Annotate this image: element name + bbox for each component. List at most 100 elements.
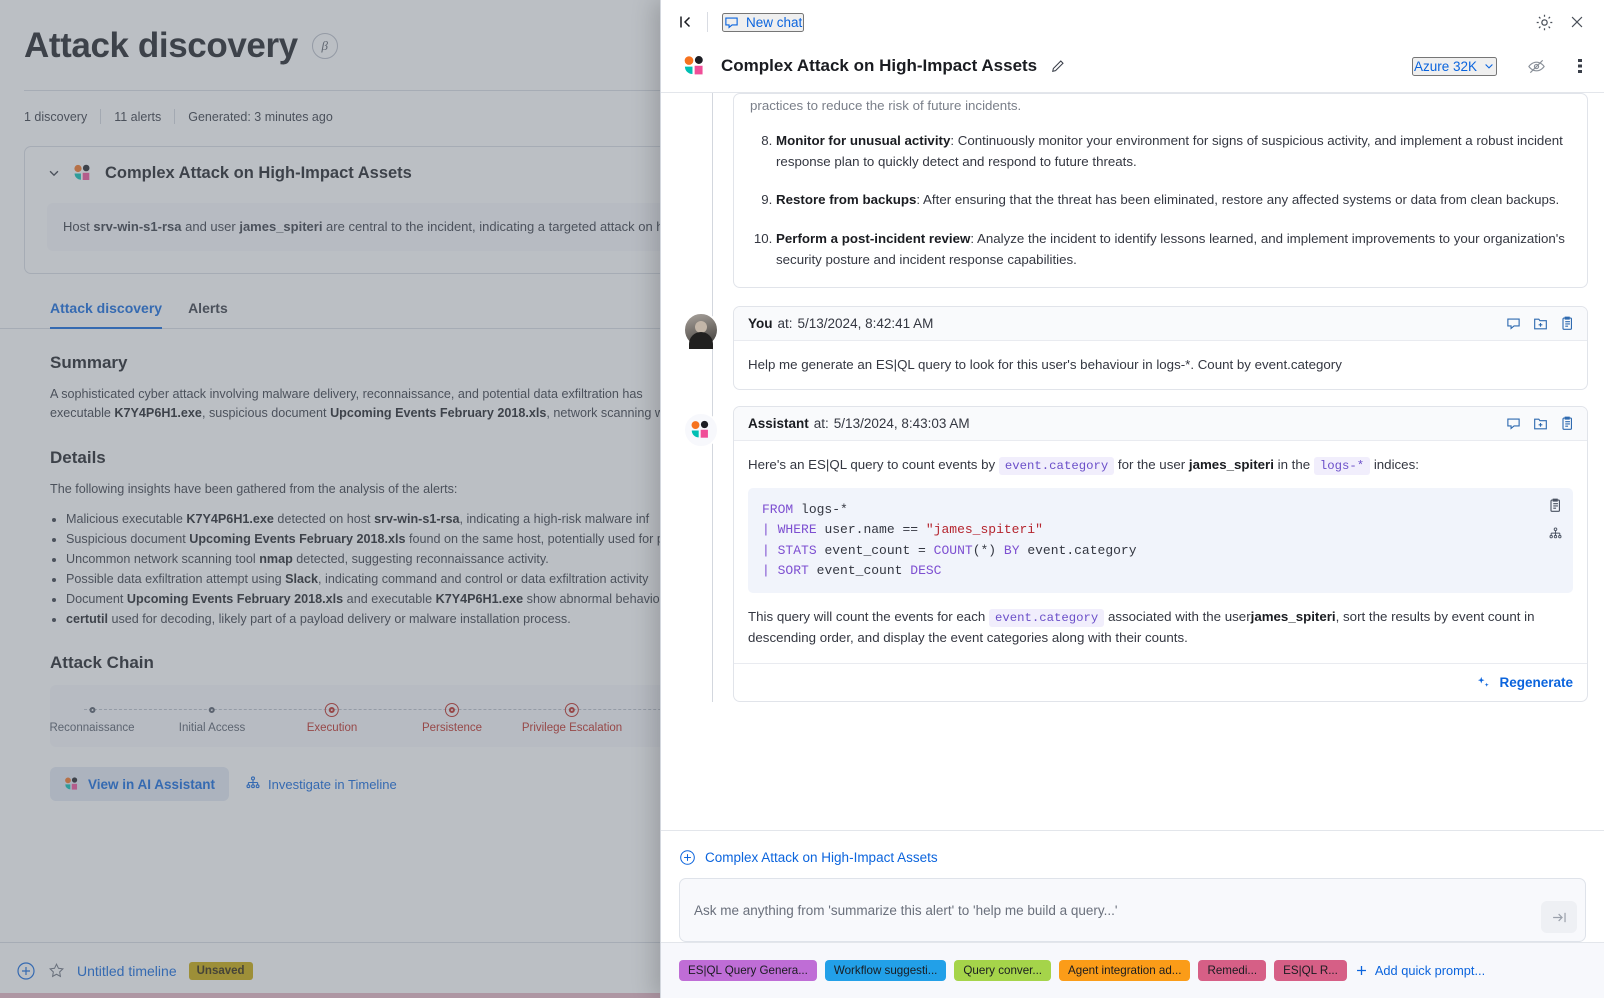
tab-attack-discovery[interactable]: Attack discovery (50, 300, 163, 329)
view-in-ai-assistant-label: View in AI Assistant (88, 776, 216, 792)
eye-slash-icon[interactable] (1527, 57, 1546, 76)
copy-icon[interactable] (1548, 498, 1563, 513)
page-title: Attack discovery (24, 26, 298, 65)
chain-stage-reconnaissance: Reconnaissance (49, 703, 135, 735)
add-to-case-icon[interactable] (1533, 316, 1548, 331)
new-chat-label: New chat (746, 14, 803, 30)
collapse-left-icon[interactable] (677, 14, 693, 30)
message-user: You at: 5/13/2024, 8:42:41 AM Help me ge… (683, 305, 1588, 407)
comment-icon[interactable] (1506, 316, 1521, 331)
avatar (683, 311, 719, 348)
view-in-ai-assistant-button[interactable]: View in AI Assistant (50, 767, 230, 802)
message-thread: practices to reduce the risk of future i… (661, 93, 1604, 718)
step-title: Monitor for unusual activity (776, 133, 951, 148)
new-chat-button[interactable]: New chat (722, 12, 805, 32)
message-header: You at: 5/13/2024, 8:42:41 AM (734, 306, 1587, 341)
intro-part-2: for the user (1117, 457, 1186, 473)
message-timestamp: 5/13/2024, 8:43:03 AM (833, 416, 970, 432)
regenerate-label: Regenerate (1499, 674, 1573, 690)
tab-alerts[interactable]: Alerts (188, 300, 228, 329)
ai-assistant-flyout: New chat Complex Attack on High-Impact A… (660, 0, 1604, 998)
plus-icon (1355, 964, 1368, 977)
chain-stage-label: Reconnaissance (49, 722, 135, 735)
add-quick-prompt-button[interactable]: Add quick prompt... (1355, 963, 1485, 978)
chain-stage-label: Persistence (421, 722, 483, 735)
status-badge: Unsaved (188, 961, 253, 980)
intro-entity: james_spiteri (1188, 457, 1274, 473)
investigate-in-timeline-icon[interactable] (1548, 527, 1563, 542)
assistant-intro: Here's an ES|QL query to count events by… (748, 455, 1573, 476)
quick-prompt-workflow-suggestions[interactable]: Workflow suggesti... (824, 960, 947, 981)
generated-time: Generated: 3 minutes ago (188, 109, 333, 124)
quick-prompt-agent-integration-advice[interactable]: Agent integration ad... (1059, 960, 1191, 981)
inline-code: event.category (998, 457, 1115, 476)
quick-prompt-esql-query-generation[interactable]: ES|QL Query Genera... (679, 960, 817, 981)
message-role: You (748, 315, 773, 331)
intro-part-1: Here's an ES|QL query to count events by (748, 457, 996, 473)
bottom-accent-bar (0, 993, 660, 998)
chain-stage-execution: Execution (306, 703, 358, 735)
chain-stage-label: Execution (306, 722, 358, 735)
outro-entity: james_spiteri (1250, 608, 1336, 624)
chevron-down-icon[interactable] (47, 166, 61, 180)
investigate-in-timeline-label: Investigate in Timeline (268, 776, 397, 792)
message-bubble: Assistant at: 5/13/2024, 8:43:03 AM Here… (733, 406, 1588, 702)
chain-stage-persistence: Persistence (422, 703, 482, 734)
chain-stage-privilege-escalation: Privilege Escalation (522, 703, 622, 734)
discovery-title: Complex Attack on High-Impact Assets (105, 163, 412, 182)
avatar (683, 412, 719, 449)
step-text: : After ensuring that the threat has bee… (916, 192, 1560, 208)
elastic-ai-icon (683, 54, 707, 78)
pencil-icon[interactable] (1051, 59, 1065, 73)
message-text: Help me generate an ES|QL query to look … (748, 356, 1342, 372)
previous-message-fragment: practices to reduce the risk of future i… (733, 93, 1588, 288)
inline-code: event.category (988, 608, 1105, 627)
plus-circle-icon (679, 849, 696, 866)
add-quick-prompt-label: Add quick prompt... (1374, 963, 1486, 978)
code-block-actions (1548, 498, 1563, 542)
outro-part-2: associated with the user (1107, 608, 1251, 624)
message-actions (1506, 416, 1575, 431)
assistant-outro: This query will count the events for eac… (748, 607, 1573, 649)
chain-stage-label: Initial Access (178, 722, 246, 735)
chevron-down-icon (1483, 60, 1495, 72)
elastic-ai-icon (73, 163, 93, 183)
elastic-ai-icon (64, 776, 80, 792)
timeline-name-link[interactable]: Untitled timeline (77, 963, 177, 979)
context-pill[interactable]: Complex Attack on High-Impact Assets (679, 843, 1586, 878)
message-role: Assistant (748, 416, 809, 432)
regenerate-row: Regenerate (734, 662, 1587, 701)
close-icon[interactable] (1568, 13, 1586, 31)
send-button[interactable] (1541, 901, 1577, 933)
message-timestamp-prefix: at: (777, 315, 793, 331)
discovery-count: 1 discovery (24, 109, 88, 124)
timeline-icon (245, 776, 261, 792)
quick-prompt-esql-r[interactable]: ES|QL R... (1274, 960, 1347, 981)
dots-vertical-icon[interactable] (1572, 57, 1588, 75)
chain-stage-initial-access: Initial Access (179, 703, 245, 734)
quick-prompt-remediation[interactable]: Remedi... (1198, 960, 1267, 981)
meta-separator (174, 109, 176, 124)
copy-icon[interactable] (1560, 316, 1575, 331)
add-to-case-icon[interactable] (1533, 416, 1548, 431)
gear-icon[interactable] (1535, 13, 1554, 32)
step-title: Perform a post-incident review (776, 231, 971, 247)
regenerate-button[interactable]: Regenerate (1476, 675, 1573, 690)
investigate-in-timeline-button[interactable]: Investigate in Timeline (245, 776, 397, 792)
screen: Attack discovery β 1 discovery 11 alerts… (0, 0, 1604, 998)
esql-code-block: FROM logs-* | WHERE user.name == "james_… (748, 488, 1573, 593)
quick-prompt-query-conversion[interactable]: Query conver... (954, 960, 1052, 981)
add-timeline-icon[interactable] (16, 961, 36, 981)
step-title: Restore from backups (776, 192, 917, 208)
favorite-star-icon[interactable] (48, 962, 65, 979)
message-actions (1506, 316, 1575, 331)
send-icon (1551, 909, 1568, 926)
connector-label: Azure 32K (1413, 58, 1477, 74)
message-text: Here's an ES|QL query to count events by… (734, 441, 1587, 662)
chain-stage-label: Privilege Escalation (521, 722, 623, 735)
prompt-input[interactable] (680, 879, 1585, 941)
connector-selector[interactable]: Azure 32K (1411, 56, 1497, 76)
comment-icon[interactable] (1506, 416, 1521, 431)
conversation-body[interactable]: practices to reduce the risk of future i… (661, 93, 1604, 830)
copy-icon[interactable] (1560, 416, 1575, 431)
